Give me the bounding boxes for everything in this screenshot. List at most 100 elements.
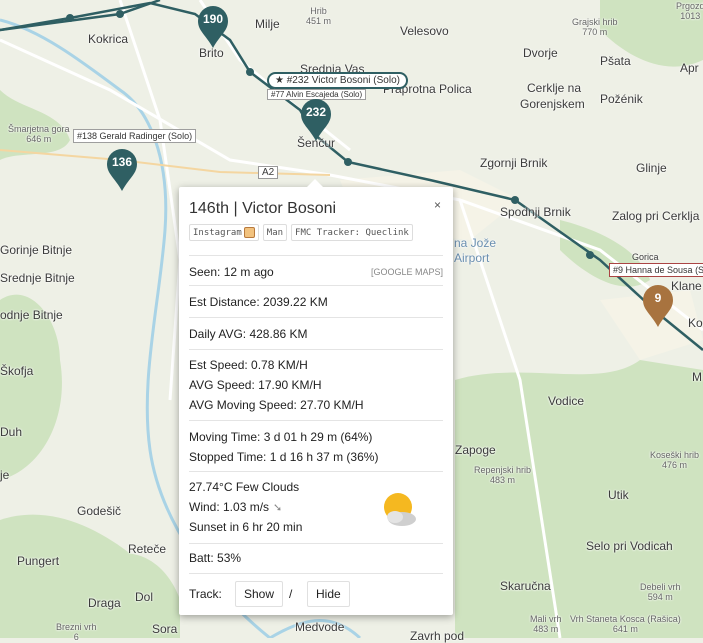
place-velesovo: Velesovo: [400, 24, 449, 38]
road-shield-a2: A2: [258, 166, 279, 179]
rider-label-gerald[interactable]: #138 Gerald Radinger (Solo): [73, 129, 197, 143]
sun-cloud-icon: [384, 493, 416, 526]
place-gorenjskem: Gorenjskem: [520, 97, 585, 111]
rider-label-hanna[interactable]: #9 Hanna de Sousa (Solo): [609, 263, 703, 277]
peak-name: Vrh Staneta Kosca (Rašica): [570, 614, 681, 624]
airport-label-2: Airport: [454, 251, 490, 265]
divider: [189, 255, 443, 256]
place-duh: Duh: [0, 425, 23, 439]
peak-name: Grajski hrib: [572, 17, 618, 27]
divider: [189, 317, 443, 318]
peak-repenjski-hrib: Repenjski hrib 483 m: [474, 465, 531, 485]
peak-elev: 476 m: [662, 460, 688, 470]
peak-name: Brezni vrh: [56, 622, 97, 632]
peak-rasica: Vrh Staneta Kosca (Rašica) 641 m: [570, 614, 681, 634]
tag-instagram[interactable]: Instagram: [189, 224, 259, 241]
rider-tags: Instagram Man FMC Tracker: Queclink: [189, 224, 413, 241]
peak-smarjetna-gora: Šmarjetna gora 646 m: [8, 124, 70, 144]
place-selo-pri-vodicah: Selo pri Vodicah: [586, 539, 673, 553]
peak-elev: 1013: [680, 11, 701, 21]
pin-number: 9: [654, 291, 662, 305]
peak-brezni-vrh: Brezni vrh 6: [56, 622, 97, 642]
wind-direction-arrow-icon: ➘: [273, 502, 283, 514]
divider: [189, 420, 443, 421]
peak-elev: 6: [73, 632, 79, 642]
pin-number: 190: [202, 12, 224, 26]
peak-name: Repenjski hrib: [474, 465, 532, 475]
moving-time-text: Moving Time: 3 d 01 h 29 m (64%): [189, 430, 373, 444]
peak-elev: 646 m: [26, 134, 52, 144]
place-dvorje: Dvorje: [523, 46, 558, 60]
rider-pin-136[interactable]: 136: [105, 148, 139, 192]
avg-moving-speed-text: AVG Moving Speed: 27.70 KM/H: [189, 398, 364, 412]
divider: [189, 285, 443, 286]
place-klane: Klane: [671, 279, 702, 293]
close-icon[interactable]: ×: [434, 198, 441, 212]
place-zgornji-brnik: Zgornji Brnik: [480, 156, 548, 170]
sunset-text: Sunset in 6 hr 20 min: [189, 520, 303, 534]
divider: [189, 543, 443, 544]
place-skarucna: Skaručna: [500, 579, 551, 593]
peak-name: Hrib: [310, 6, 327, 16]
tag-tracker: FMC Tracker: Queclink: [291, 224, 413, 241]
place-dol: Dol: [135, 590, 154, 604]
place-sora: Sora: [152, 622, 178, 636]
wind-text: Wind: 1.03 m/s ➘: [189, 500, 282, 514]
rider-info-popup: 146th | Victor Bosoni × Instagram Man FM…: [179, 179, 453, 615]
wind-speed: Wind: 1.03 m/s: [189, 500, 270, 514]
peak-elev: 641 m: [612, 624, 638, 634]
peak-name: Mali vrh: [530, 614, 562, 624]
place-apr: Apr: [680, 61, 699, 75]
instagram-icon: [243, 227, 255, 238]
peak-prgozd: Prgozd 1013: [676, 1, 703, 21]
track-hide-button[interactable]: Hide: [307, 581, 350, 607]
pin-number: 232: [305, 105, 327, 119]
place-psata: Pšata: [600, 54, 631, 68]
place-zalog: Zalog pri Cerklja: [612, 209, 700, 223]
battery-text: Batt: 53%: [189, 551, 242, 565]
seen-text: Seen: 12 m ago: [189, 265, 274, 279]
peak-name: Prgozd: [676, 1, 703, 11]
peak-elev: 483 m: [533, 624, 559, 634]
tag-label: Instagram: [193, 227, 242, 238]
place-milje: Milje: [255, 17, 280, 31]
place-gorinje-bitnje: Gorinje Bitnje: [0, 243, 73, 257]
place-skofja: Škofja: [0, 364, 34, 378]
place-pungert: Pungert: [17, 554, 60, 568]
place-draga: Draga: [88, 596, 121, 610]
divider: [189, 349, 443, 350]
peak-name: Koseški hrib: [650, 450, 700, 460]
est-distance-text: Est Distance: 2039.22 KM: [189, 295, 328, 309]
track-show-button[interactable]: Show: [235, 581, 284, 607]
track-label: Track:: [189, 587, 222, 601]
place-retece: Reteče: [128, 542, 167, 556]
peak-name: Šmarjetna gora: [8, 124, 70, 134]
place-pozenik: Požénik: [600, 92, 643, 106]
google-maps-link[interactable]: [GOOGLE MAPS]: [371, 267, 443, 277]
peak-elev: 594 m: [647, 592, 673, 602]
place-kokrica: Kokrica: [88, 32, 129, 46]
place-utik: Utik: [608, 488, 629, 502]
peak-mali-vrh: Mali vrh 483 m: [530, 614, 562, 634]
place-zapoge: Zapoge: [455, 443, 496, 457]
place-m: M: [692, 370, 702, 384]
airport-label: na Jože: [454, 236, 497, 250]
rider-pin-9[interactable]: 9: [641, 284, 675, 328]
rider-pin-190[interactable]: 190: [196, 5, 230, 49]
rider-label-selected[interactable]: ★ #232 Victor Bosoni (Solo): [267, 72, 408, 89]
place-vodice: Vodice: [548, 394, 585, 408]
daily-avg-text: Daily AVG: 428.86 KM: [189, 327, 308, 341]
place-glinje: Glinje: [636, 161, 667, 175]
peak-hrib: Hrib 451 m: [306, 6, 331, 26]
place-je: je: [0, 468, 10, 482]
place-medvode: Medvode: [295, 620, 345, 634]
place-spodnji-brnik: Spodnji Brnik: [500, 205, 571, 219]
peak-grajski-hrib: Grajski hrib 770 m: [572, 17, 618, 37]
place-ko: Ko: [688, 316, 703, 330]
place-godesic: Godešič: [77, 504, 122, 518]
pin-number: 136: [111, 155, 133, 169]
rider-pin-232[interactable]: 232: [299, 98, 333, 142]
stopped-time-text: Stopped Time: 1 d 16 h 37 m (36%): [189, 450, 379, 464]
peak-elev: 483 m: [490, 475, 516, 485]
track-separator: /: [289, 587, 293, 601]
